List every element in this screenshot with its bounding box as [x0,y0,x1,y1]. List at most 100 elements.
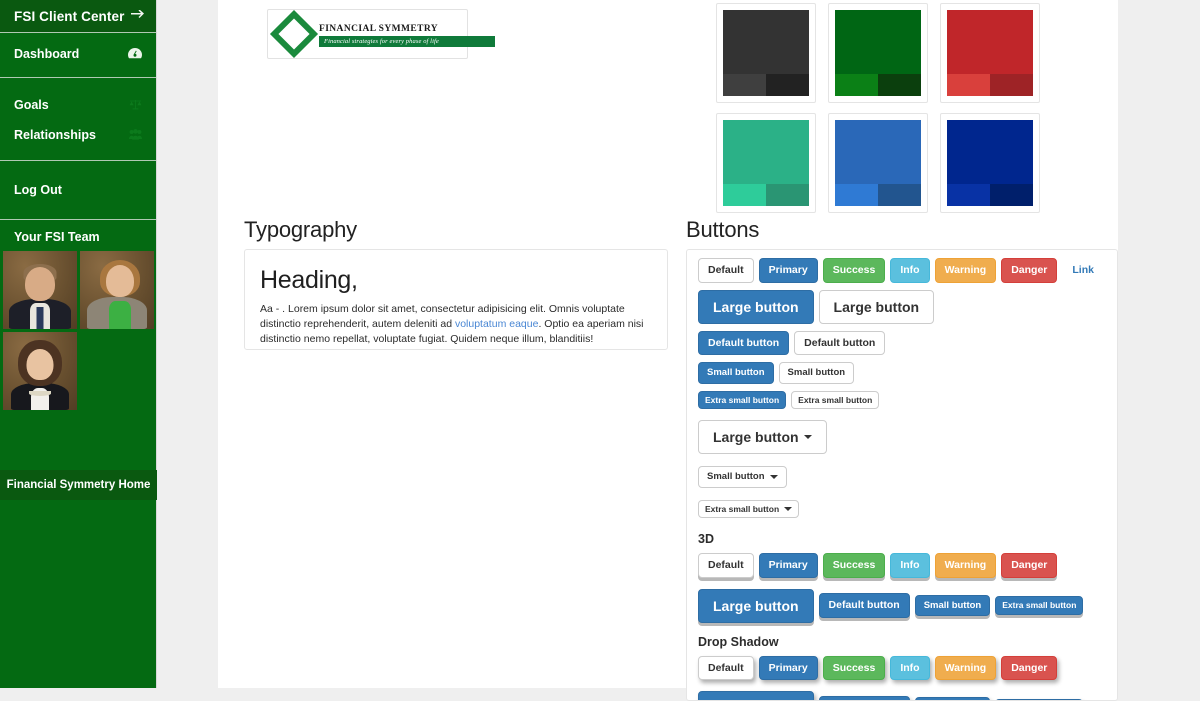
avatar-necklace [29,391,51,396]
buttons-panel: Default Primary Success Info Warning Danger Li… [686,249,1118,701]
brand-logo-name: Financial Symmetry [319,23,439,34]
team-section-title: Your FSI Team [14,230,100,244]
button-label: Default [708,559,744,571]
swatch-main [947,120,1033,206]
color-swatch-green [828,3,928,103]
button-label: Extra small button [798,394,873,405]
button-default-md[interactable]: Default [698,258,754,283]
swatch-main [835,10,921,96]
typography-inline-link[interactable]: voluptatum eaque [455,318,538,330]
button-primary-lg[interactable]: Large button [698,588,814,623]
color-swatch-gray-dark [716,3,816,103]
button-label: Success [832,661,876,674]
avatar-tie [36,307,44,329]
button-primary-md[interactable]: Primary [758,553,818,578]
button-danger-md[interactable]: Danger [1001,258,1058,283]
button-primary-md[interactable]: Default button [818,593,910,618]
button-info-md[interactable]: Info [890,655,930,680]
button-label: Large button [713,597,799,614]
diamond-logo-icon [269,9,319,59]
button-label: Danger [1011,559,1048,571]
button-label: Success [832,264,876,276]
button-label: Warning [944,264,987,276]
button-success-md[interactable]: Success [822,655,886,680]
sidebar-item-dashboard[interactable]: Dashboard [0,39,156,69]
button-primary-sm[interactable]: Small button [914,594,991,617]
button-info-md[interactable]: Info [890,553,930,578]
button-label: Small button [707,367,765,378]
button-default-sm[interactable]: Small button [698,466,787,488]
button-warning-md[interactable]: Warning [934,553,997,578]
button-row: Extra small button Extra small button [687,390,1117,409]
button-primary-xs[interactable]: Extra small button [698,390,787,409]
button-row: Small button [687,466,1117,488]
button-label: Small button [707,471,765,482]
sidebar-item-label-relationships: Relationships [14,128,96,142]
button-default-xs[interactable]: Extra small button [698,499,800,518]
button-label: Danger [1011,661,1048,674]
button-primary-md[interactable]: Default button [698,330,790,355]
button-default-sm[interactable]: Small button [778,362,855,384]
button-label: Default [708,264,744,276]
button-link-md[interactable]: Link [1062,258,1104,283]
avatar-figure [3,332,77,410]
typography-section-title: Typography [244,217,357,242]
swatch-dark [878,184,921,206]
button-default-md[interactable]: Default [698,655,754,680]
button-success-md[interactable]: Success [822,258,886,283]
right-gutter [1118,0,1200,688]
swatch-light [947,74,990,96]
chevron-down-icon [769,474,778,479]
sidebar-group-logout: Log Out [0,161,156,219]
button-default-lg[interactable]: Large button [698,420,827,454]
button-primary-md[interactable]: Default button [818,695,910,700]
avatar[interactable] [3,332,77,410]
sidebar-brand-title: FSI Client Center [14,8,125,24]
avatar[interactable] [3,251,77,329]
sidebar-group-nav: Goals Relationships [0,78,156,160]
typography-heading: Heading, [260,266,358,294]
button-success-md[interactable]: Success [822,553,886,578]
button-default-lg[interactable]: Large button [818,289,935,324]
button-primary-lg[interactable]: Large button [698,691,814,700]
exchange-arrows-icon[interactable] [131,9,144,23]
avatar-head [25,267,55,301]
swatch-light [835,184,878,206]
sidebar-item-label-dashboard: Dashboard [14,47,80,61]
button-warning-md[interactable]: Warning [934,655,997,680]
button-label: Primary [768,661,808,674]
sidebar-item-logout[interactable]: Log Out [0,175,156,205]
swatch-light [835,74,878,96]
avatar-shirt [109,301,131,329]
button-primary-sm[interactable]: Small button [914,697,991,700]
avatar[interactable] [80,251,154,329]
button-danger-md[interactable]: Danger [1001,553,1058,578]
button-primary-xs[interactable]: Extra small button [995,596,1084,615]
chevron-down-icon [784,506,793,511]
avatar-head [106,265,134,297]
sidebar-item-goals[interactable]: Goals [0,90,156,120]
avatar-figure [80,251,154,329]
users-group-svg [129,128,142,140]
color-swatch-red [940,3,1040,103]
button-row: Default Primary Success Info Warning Danger [687,553,1117,578]
button-warning-md[interactable]: Warning [934,258,997,283]
sidebar-footer-link[interactable]: Financial Symmetry Home [0,470,157,500]
sidebar: FSI Client Center Dashboard Goals Relati… [0,0,157,688]
button-row: Default Primary Success Info Warning Danger Li… [687,258,1117,283]
sidebar-brand[interactable]: FSI Client Center [0,0,156,32]
color-swatch-grid [716,3,1096,213]
button-default-xs[interactable]: Extra small button [791,390,880,409]
button-default-md[interactable]: Default [698,553,754,578]
button-info-md[interactable]: Info [890,258,930,283]
tachometer-svg [128,47,142,58]
button-default-md[interactable]: Default button [794,330,886,355]
button-danger-md[interactable]: Danger [1001,655,1058,680]
avatar-head [26,349,54,380]
button-primary-sm[interactable]: Small button [698,362,774,384]
button-primary-md[interactable]: Primary [758,258,818,283]
button-primary-md[interactable]: Primary [758,655,818,680]
button-primary-lg[interactable]: Large button [698,289,814,324]
button-row: Default button Default button [687,330,1117,355]
sidebar-item-relationships[interactable]: Relationships [0,120,156,150]
